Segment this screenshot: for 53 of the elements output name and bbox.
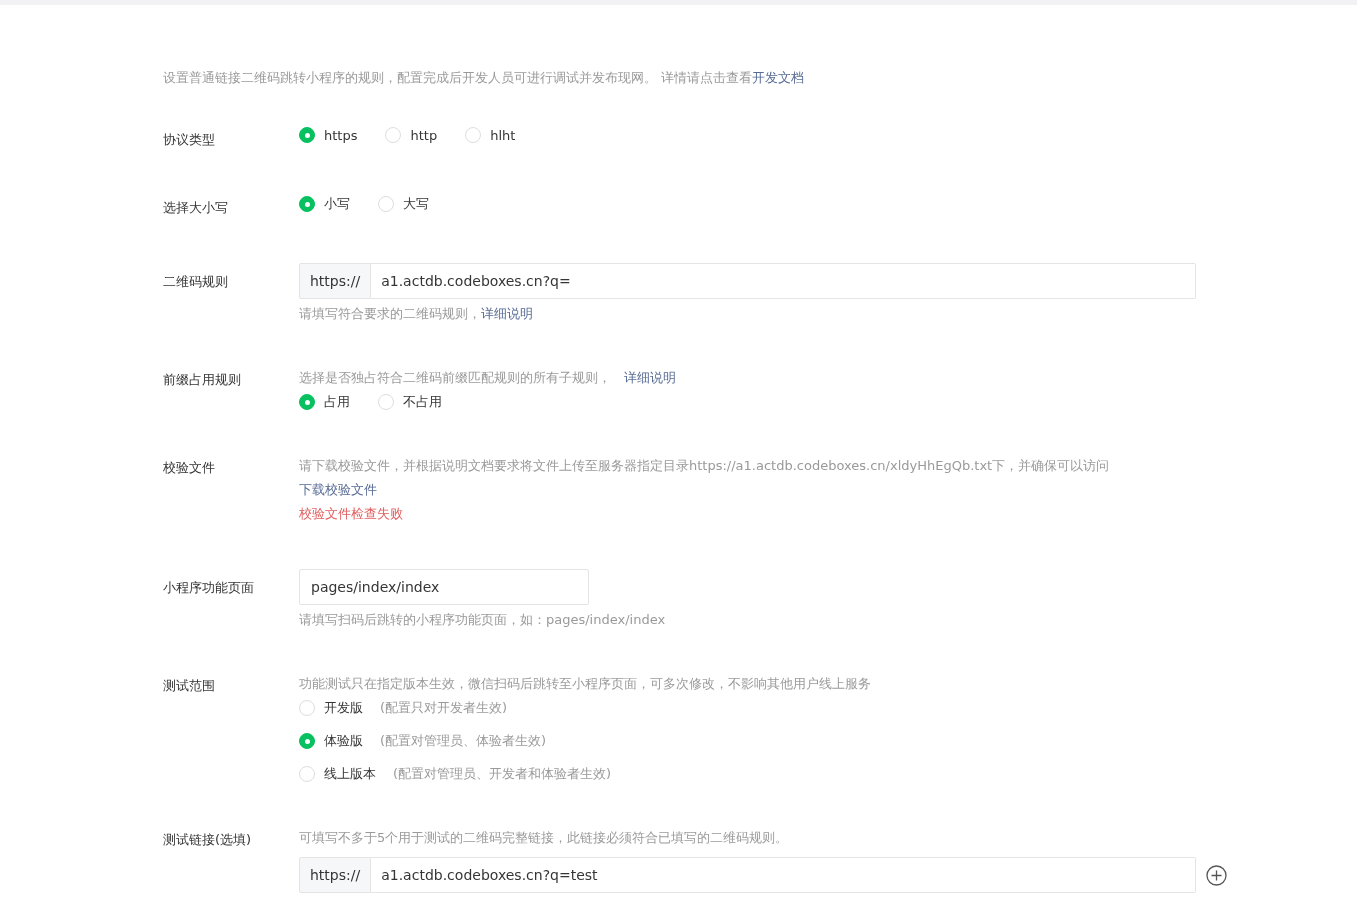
radio-option[interactable]: http <box>385 127 438 143</box>
intro-text: 设置普通链接二维码跳转小程序的规则，配置完成后开发人员可进行调试并发布现网。 详情请点击查看开发文档 <box>163 69 806 87</box>
protocol-prefix: https:// <box>299 857 372 893</box>
version-note: (配置只对开发者生效) <box>380 699 508 717</box>
radio-label: 开发版 <box>324 699 363 717</box>
radio-option[interactable]: hlht <box>465 127 516 143</box>
field-label: 测试链接(选填) <box>163 831 253 849</box>
field-label: 前缀占用规则 <box>163 371 242 389</box>
radio-label: 占用 <box>324 393 350 411</box>
radio-button[interactable] <box>299 733 315 749</box>
field-label: 选择大小写 <box>163 199 229 217</box>
hint-text: 请填写符合要求的二维码规则，详细说明 <box>299 305 534 323</box>
radio-button[interactable] <box>299 127 315 143</box>
details-link[interactable]: 详细说明 <box>624 370 676 385</box>
radio-option[interactable]: 不占用 <box>378 393 442 411</box>
radio-option[interactable]: 大写 <box>378 195 429 213</box>
radio-label: 体验版 <box>324 732 363 750</box>
hint-text: 请填写扫码后跳转的小程序功能页面，如：pages/index/index <box>299 611 666 629</box>
docs-link[interactable]: 开发文档 <box>752 70 805 85</box>
radio-label: 不占用 <box>403 393 442 411</box>
radio-button[interactable] <box>299 196 315 212</box>
url-input-field[interactable]: a1.actdb.codeboxes.cn?q= <box>371 263 1196 299</box>
error-text: 校验文件检查失败 <box>299 505 404 523</box>
radio-label: 线上版本 <box>324 765 376 783</box>
field-label: 测试范围 <box>163 677 216 695</box>
description-text: 功能测试只在指定版本生效，微信扫码后跳转至小程序页面，可多次修改，不影响其他用户线上服务 <box>299 675 871 693</box>
field-label: 校验文件 <box>163 459 216 477</box>
description-text: 选择是否独占符合二维码前缀匹配规则的所有子规则， 详细说明 <box>299 369 676 387</box>
radio-label: https <box>324 127 358 143</box>
version-note: (配置对管理员、开发者和体验者生效) <box>393 765 612 783</box>
radio-label: 小写 <box>324 195 350 213</box>
details-link[interactable]: 详细说明 <box>481 306 533 321</box>
radio-option[interactable]: 体验版 (配置对管理员、体验者生效) <box>299 732 871 750</box>
protocol-prefix: https:// <box>299 263 372 299</box>
page-input-field[interactable]: pages/index/index <box>299 569 589 605</box>
description-text: 可填写不多于5个用于测试的二维码完整链接，此链接必须符合已填写的二维码规则。 <box>299 829 790 847</box>
radio-option[interactable]: 小写 <box>299 195 350 213</box>
radio-button[interactable] <box>299 394 315 410</box>
radio-label: 大写 <box>403 195 429 213</box>
field-label: 二维码规则 <box>163 273 229 291</box>
radio-label: http <box>410 127 438 143</box>
url-input-field[interactable]: a1.actdb.codeboxes.cn?q=test <box>371 857 1196 893</box>
add-icon[interactable] <box>1206 864 1227 886</box>
field-label: 协议类型 <box>163 131 216 149</box>
radio-option[interactable]: 开发版 (配置只对开发者生效) <box>299 699 871 717</box>
download-link[interactable]: 下载校验文件 <box>299 481 1110 499</box>
radio-label: hlht <box>490 127 516 143</box>
description-text: 请下载校验文件，并根据说明文档要求将文件上传至服务器指定目录https://a1.actdb.codeboxes.cn/xldyHhEgQb.txt下，并确保可以访问 <box>299 457 1110 475</box>
version-note: (配置对管理员、体验者生效) <box>380 732 547 750</box>
radio-option[interactable]: 占用 <box>299 393 350 411</box>
field-label: 小程序功能页面 <box>163 579 255 597</box>
radio-option[interactable]: 线上版本 (配置对管理员、开发者和体验者生效) <box>299 765 871 783</box>
radio-option[interactable]: https <box>299 127 358 143</box>
